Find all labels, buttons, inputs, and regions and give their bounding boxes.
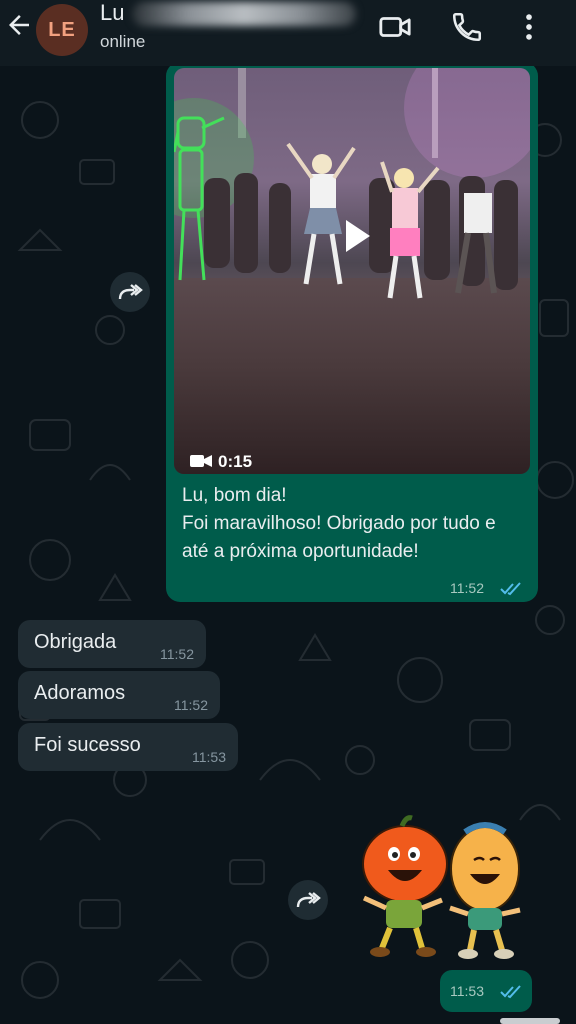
message-time: 11:53	[192, 749, 226, 765]
avatar[interactable]: LE	[36, 4, 88, 56]
message-time: 11:53	[450, 983, 484, 999]
incoming-message[interactable]: Foi sucesso 11:53	[18, 723, 238, 771]
corn-character	[449, 822, 521, 959]
message-text: Lu, bom dia! Foi maravilhoso! Obrigado p…	[182, 485, 496, 562]
message-text: Obrigada	[34, 631, 117, 653]
read-receipt-icon	[500, 985, 521, 999]
video-camera-icon	[190, 455, 212, 467]
sticker-time-bubble: 11:53	[440, 970, 532, 1012]
play-button[interactable]	[334, 214, 378, 258]
forward-button[interactable]	[110, 272, 150, 312]
message-text: Adoramos	[34, 682, 126, 704]
incoming-message[interactable]: Adoramos 11:52	[18, 671, 220, 719]
outgoing-video-message[interactable]: 0:15 Lu, bom dia! Foi maravilhoso! Obrig…	[166, 62, 538, 602]
message-time: 11:52	[174, 697, 208, 713]
contact-name[interactable]: Lu	[100, 0, 124, 26]
video-call-icon[interactable]	[378, 10, 412, 44]
play-icon	[346, 220, 370, 252]
message-time: 11:52	[160, 646, 194, 662]
contact-status: online	[100, 32, 146, 51]
back-arrow-icon[interactable]	[4, 10, 34, 40]
chat-header: LE Lu online	[0, 0, 576, 66]
video-thumbnail[interactable]: 0:15	[174, 68, 530, 474]
forward-icon	[118, 284, 143, 300]
message-time: 11:52	[450, 580, 484, 596]
pumpkin-character	[362, 815, 448, 957]
navigation-handle	[500, 1018, 560, 1024]
forward-button[interactable]	[288, 880, 328, 920]
video-duration: 0:15	[218, 452, 253, 471]
read-receipt-icon	[500, 582, 521, 596]
avatar-initials: LE	[48, 18, 76, 41]
contact-name-redaction	[132, 2, 356, 26]
message-text: Foi sucesso	[34, 734, 141, 756]
sticker[interactable]	[350, 814, 530, 964]
voice-call-icon[interactable]	[450, 10, 484, 44]
more-options-icon[interactable]	[512, 10, 546, 44]
incoming-message[interactable]: Obrigada 11:52	[18, 620, 206, 668]
forward-icon	[296, 892, 321, 908]
video-scene	[174, 68, 530, 299]
